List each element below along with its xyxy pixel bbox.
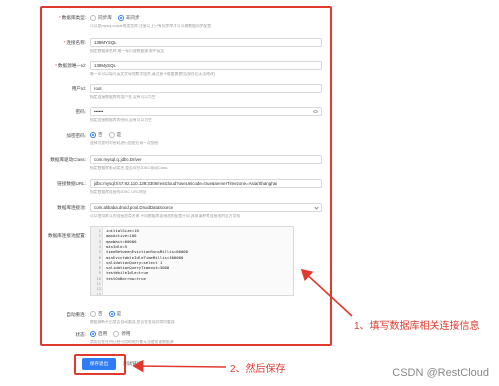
status-option-enabled[interactable]: 启用 [90,331,107,337]
arrow-to-save [132,359,227,373]
encrypt-label: 加密密码: [66,133,86,138]
radio-selected-icon [117,15,124,21]
source-type-option-async[interactable]: 非同步 [117,15,140,21]
save-button[interactable]: 保存退出 [82,358,116,370]
database-id-hint: 唯一ID可以填写英文字母加数字组合,请注意不能重复使用(保存后无法修改) [90,72,216,76]
auto-connect-hint: 数据源断开后是否自动重连,是否在发现异常时重连 [90,320,175,324]
user-id-input[interactable]: root [90,84,322,93]
driver-label: 数据库驱动Class: [50,157,86,162]
status-label: 状态: [75,332,86,337]
pool-config-editor[interactable]: 1 initialSize=10 2 maxActive=100 3 maxWait=60… [90,226,294,296]
eye-icon[interactable] [313,110,318,113]
auto-connect-option-no[interactable]: 否 [90,311,103,317]
datasource-form: *数据库类型: 同步库 非同步 可以是mysql,oracle等类型库,注意以上… [40,6,332,346]
connection-name-label: *连接名称: [63,40,86,45]
pool-hint: 可以使用默认的连接池类名来,不同数据库连接池的配置不同,具体请参考连接池的官方文… [90,214,241,218]
source-type-hint: 可以是mysql,oracle等类型库,注意以上只有同步库才可以做数据同步配置 [90,24,212,28]
source-type-radio-group: 同步库 非同步 [90,15,140,21]
status-radio-group: 启用 停用 [90,331,130,337]
encrypt-option-yes[interactable]: 是 [108,132,121,138]
pool-config-label: 数据库连接池配置: [47,233,86,238]
source-type-label: *数据库类型: [58,15,86,20]
jdbc-url-input[interactable]: jdbc:mysql://47.92.110.139:3306/restclou… [90,179,322,188]
connection-name-hint: 指定数据源名称,唯一标识该数据源,需中英文 [90,49,165,53]
line-number: 13 [96,291,101,296]
code-line: 13 [91,291,293,296]
auto-connect-radio-group: 否 是 [90,311,121,317]
encrypt-option-no[interactable]: 否 [90,132,103,138]
radio-selected-icon [90,331,96,337]
test-connection-button[interactable]: 测试链接 [123,361,141,367]
driver-input[interactable]: com.mysql.cj.jdbc.Driver [90,155,322,164]
database-id-label: *数据源唯一Id: [55,63,86,68]
radio-icon [113,331,120,337]
password-input[interactable]: •••••• [90,107,322,116]
pool-select[interactable]: com.alibaba.druid.pool.DruidDataSource [90,203,322,212]
jdbc-url-hint: 指定数据库连接的JDBC URL地址 [90,190,147,194]
radio-icon [90,311,96,317]
datasource-config-page: *数据库类型: 同步库 非同步 可以是mysql,oracle等类型库,注意以上… [0,0,499,386]
encrypt-radio-group: 否 是 [90,132,121,138]
user-id-hint: 指定连接数据库的用户名,没有可以为空 [90,95,156,99]
database-id-input[interactable]: 139MySQL [90,61,322,70]
pool-label: 数据库连接池: [57,205,86,210]
encrypt-hint: 选择为是时对密码进行加密后再一次加密 [90,141,159,145]
status-hint: 禁用后在任何已经引用的地方都无法使用该数据源 [90,340,174,344]
password-label: 密码: [75,109,86,114]
driver-hint: 指定数据库驱动类名,是否存在JDBC驱动Class [90,166,168,170]
auto-connect-option-yes[interactable]: 是 [108,311,121,317]
watermark: CSDN @RestCloud [392,367,489,379]
radio-selected-icon [108,311,115,317]
user-id-label: 用户Id: [71,86,86,91]
auto-connect-label: 自动重连: [66,312,86,317]
radio-icon [90,15,96,21]
annotation-fill-info: 1、填写数据库相关连接信息 [354,321,480,332]
status-option-disabled[interactable]: 停用 [113,331,130,337]
annotation-then-save: 2、然后保存 [230,364,286,375]
connection-name-input[interactable]: 139MYSQL [90,38,322,47]
password-hint: 指定连接数据库的密码,没有可以为空 [90,118,152,122]
radio-selected-icon [90,132,96,138]
chevron-down-icon [314,205,319,210]
jdbc-url-label: 链接数据URL: [57,181,86,186]
radio-icon [108,132,115,138]
source-type-option-sync[interactable]: 同步库 [90,15,112,21]
